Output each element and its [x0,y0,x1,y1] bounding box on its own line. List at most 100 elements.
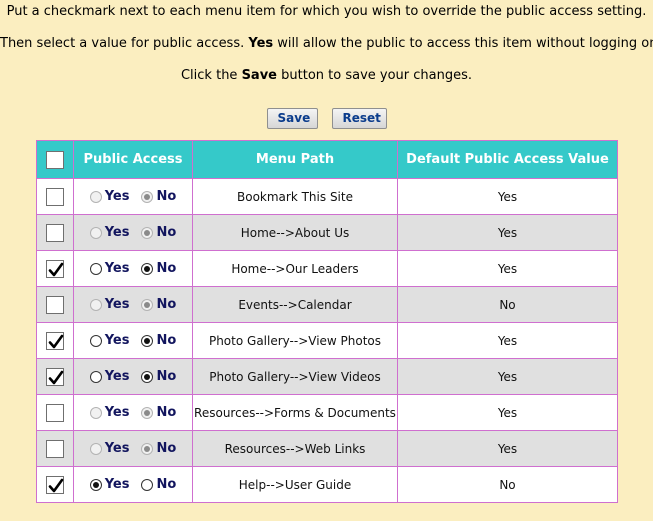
menu-path-cell: Resources-->Web Links [192,430,398,467]
override-checkbox[interactable] [46,187,64,206]
no-radio[interactable] [141,226,154,239]
button-bar: Save Reset [0,108,653,129]
yes-radio[interactable] [89,478,102,491]
override-cell [36,286,74,323]
no-radio[interactable] [141,442,154,455]
checkmark-icon [48,262,64,276]
override-checkbox[interactable] [46,439,64,458]
yes-option: Yes [89,261,129,276]
no-option: No [141,189,176,204]
menu-path-cell: Home-->Our Leaders [192,250,398,287]
public-access-options: Yes No [74,395,192,430]
override-checkbox[interactable] [46,367,64,386]
instruction-text: Put a checkmark next to each menu item f… [6,4,647,19]
yes-radio[interactable] [89,370,102,383]
table-row: Yes No Home-->Our Leaders Yes [36,250,618,287]
yes-label: Yes [104,369,130,384]
instruction-text: will allow the public to access this ite… [273,36,653,51]
instruction-text: Then select a value for public access. [0,36,249,51]
menu-path-cell: Bookmark This Site [192,178,398,215]
public-access-options: Yes No [74,287,192,322]
table-row: Yes No Events-->Calendar No [36,286,618,323]
public-access-options: Yes No [74,323,192,358]
menu-path-cell: Resources-->Forms & Documents [192,394,398,431]
table-row: Yes No Photo Gallery-->View Videos Yes [36,358,618,395]
yes-option: Yes [89,333,129,348]
public-access-cell: Yes No [73,430,193,467]
yes-radio[interactable] [89,262,102,275]
override-cell [36,358,74,395]
override-cell [36,250,74,287]
yes-radio[interactable] [89,406,102,419]
default-value-cell: No [397,286,618,323]
public-access-cell: Yes No [73,178,193,215]
public-access-options: Yes No [74,359,192,394]
table-row: Yes No Bookmark This Site Yes [36,178,618,215]
yes-label: Yes [104,477,130,492]
override-checkbox[interactable] [46,403,64,422]
default-value-cell: Yes [397,358,618,395]
override-checkbox[interactable] [46,295,64,314]
no-option: No [141,297,176,312]
menu-path-cell: Photo Gallery-->View Videos [192,358,398,395]
table-body: Yes No Bookmark This Site Yes Yes No Home-->Ab… [36,178,618,503]
no-option: No [141,333,176,348]
no-label: No [156,261,177,276]
public-access-cell: Yes No [73,250,193,287]
instruction-bold-save: Save [241,68,277,83]
no-radio[interactable] [141,298,154,311]
menu-access-table: Public Access Menu Path Default Public A… [36,140,618,503]
public-access-cell: Yes No [73,394,193,431]
yes-label: Yes [104,297,130,312]
yes-radio[interactable] [89,442,102,455]
table-row: Yes No Photo Gallery-->View Photos Yes [36,322,618,359]
no-radio[interactable] [141,190,154,203]
public-access-cell: Yes No [73,358,193,395]
no-label: No [156,405,177,420]
yes-option: Yes [89,189,129,204]
no-label: No [156,333,177,348]
no-option: No [141,441,176,456]
save-button[interactable]: Save [266,108,318,129]
default-value-cell: Yes [397,250,618,287]
checkmark-icon [48,334,64,348]
instruction-line-3: Click the Save button to save your chang… [0,68,653,84]
checkmark-icon [48,478,64,492]
public-access-options: Yes No [74,179,192,214]
no-label: No [156,477,177,492]
default-value-cell: Yes [397,322,618,359]
yes-option: Yes [89,441,129,456]
public-access-page: Put a checkmark next to each menu item f… [0,0,653,521]
public-access-options: Yes No [74,215,192,250]
reset-button[interactable]: Reset [331,108,387,129]
override-checkbox[interactable] [46,223,64,242]
override-cell [36,466,74,503]
yes-radio[interactable] [89,190,102,203]
override-checkbox[interactable] [46,259,64,278]
header-menu-path: Menu Path [192,140,398,179]
yes-label: Yes [104,405,130,420]
no-label: No [156,441,177,456]
menu-path-cell: Help-->User Guide [192,466,398,503]
yes-radio[interactable] [89,226,102,239]
override-cell [36,178,74,215]
override-checkbox[interactable] [46,331,64,350]
no-radio[interactable] [141,370,154,383]
public-access-cell: Yes No [73,286,193,323]
select-all-checkbox[interactable] [46,150,64,169]
no-radio[interactable] [141,406,154,419]
public-access-options: Yes No [74,251,192,286]
header-default-value: Default Public Access Value [397,140,618,179]
no-radio[interactable] [141,334,154,347]
public-access-cell: Yes No [73,322,193,359]
override-checkbox[interactable] [46,475,64,494]
table-header-row: Public Access Menu Path Default Public A… [36,140,618,179]
no-radio[interactable] [141,478,154,491]
no-radio[interactable] [141,262,154,275]
no-option: No [141,405,176,420]
yes-radio[interactable] [89,334,102,347]
instruction-text: button to save your changes. [277,68,472,83]
override-cell [36,322,74,359]
yes-radio[interactable] [89,298,102,311]
instruction-line-2: Then select a value for public access. Y… [0,36,653,52]
